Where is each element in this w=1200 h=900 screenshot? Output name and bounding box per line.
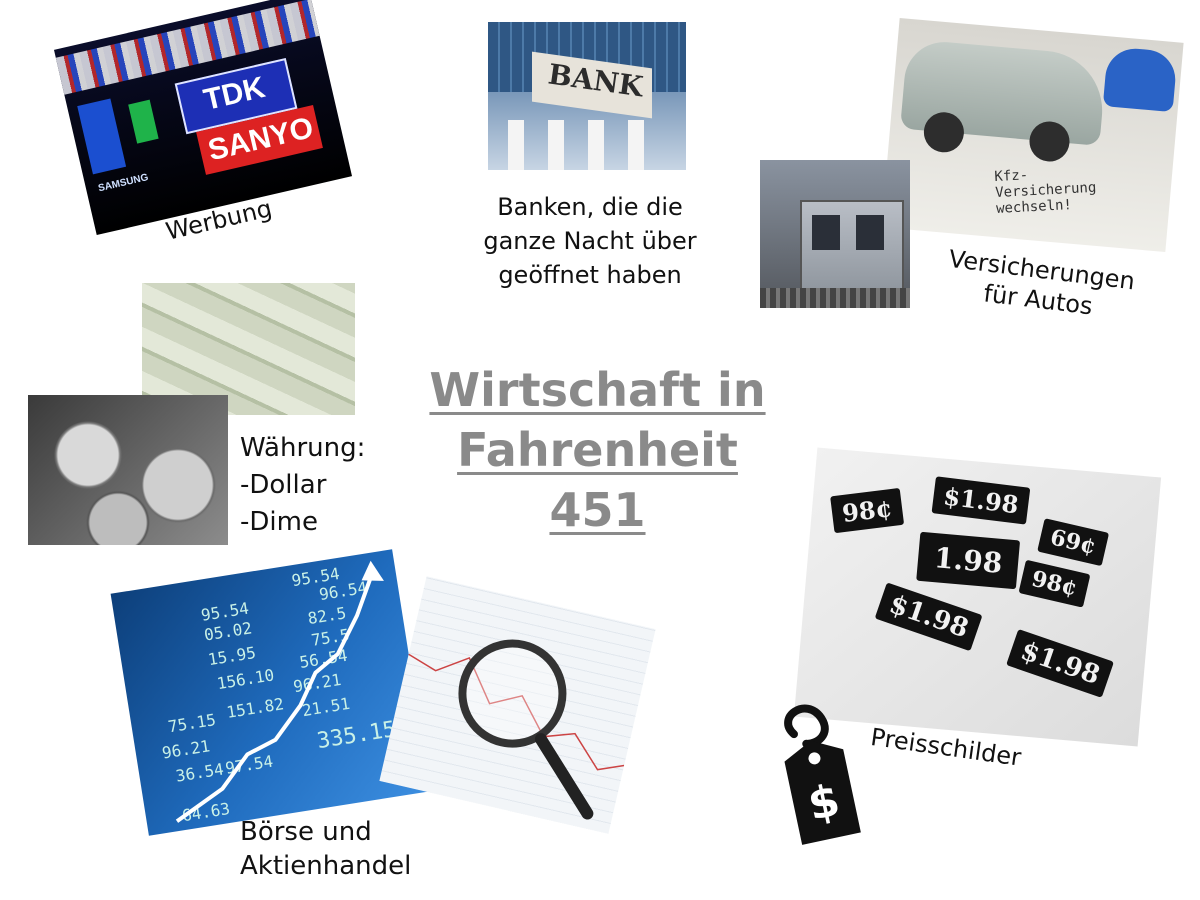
waehrung-caption: Währung: -Dollar -Dime — [240, 433, 366, 537]
boerse-caption: Börse und Aktienhandel — [240, 817, 412, 881]
slide: { "title": "Wirtschaft in Fahrenheit 451… — [0, 0, 1200, 900]
train-photo — [760, 160, 910, 308]
price-tag: 69¢ — [1037, 518, 1110, 567]
magnifying-glass-icon — [408, 639, 625, 820]
slide-title: Wirtschaft in Fahrenheit 451 — [429, 363, 766, 537]
bank-caption: Banken, die die ganze Nacht über geöffne… — [483, 193, 697, 289]
bank-photo: BANK — [488, 22, 686, 170]
price-tag: $1.98 — [1006, 628, 1115, 698]
dime-coins-photo — [28, 395, 228, 545]
stock-ticker-photo: 95.54 96.54 82.5 75.5 56.54 96.21 21.51 335.15 9… — [110, 549, 431, 836]
times-square-photo: TDK SANYO SAMSUNG — [53, 0, 353, 236]
car-insurance-photo: Kfz- Versicherung wechseln! — [881, 17, 1184, 253]
rising-arrow-icon — [175, 560, 384, 823]
price-tag: $1.98 — [931, 476, 1031, 525]
versicherung-caption: Versicherungen für Autos — [947, 244, 1137, 321]
price-tag: 1.98 — [916, 531, 1021, 590]
insurance-note: Kfz- Versicherung wechseln! — [994, 167, 1097, 217]
price-tag: 98¢ — [1018, 559, 1091, 608]
sign-samsung: SAMSUNG — [97, 172, 150, 195]
magnifier-chart-photo — [379, 576, 656, 834]
price-tag: $1.98 — [874, 582, 983, 652]
price-tag: 98¢ — [830, 487, 905, 534]
